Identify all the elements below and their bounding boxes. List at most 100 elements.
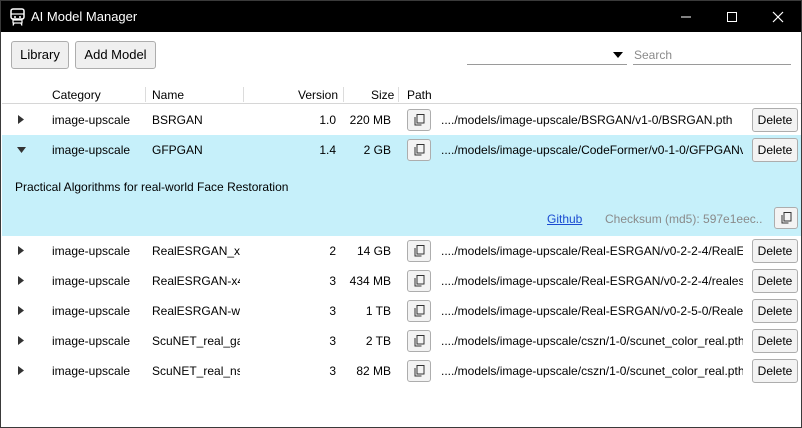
version-cell: 1.0 [319,113,336,127]
path-cell: ..../models/image-upscale/Real-ESRGAN/v0… [441,304,743,318]
column-header-category[interactable]: Category [52,88,101,102]
title-bar[interactable]: AI Model Manager [1,1,801,32]
table-header: Category Name Version Size Path [2,85,801,104]
copy-icon [414,144,425,156]
size-cell: 434 MB [349,274,391,288]
column-divider[interactable] [398,87,399,102]
category-cell: image-upscale [52,304,131,318]
delete-button[interactable]: Delete [752,329,798,353]
copy-icon [781,212,792,224]
path-cell: ..../models/image-upscale/Real-ESRGAN/v0… [441,244,743,258]
column-header-path[interactable]: Path [407,88,432,102]
name-cell: RealESRGAN-wd [152,304,240,318]
column-header-size[interactable]: Size [371,88,394,102]
column-divider[interactable] [343,87,344,102]
delete-button[interactable]: Delete [752,299,798,323]
category-cell: image-upscale [52,364,131,378]
robot-icon [9,8,26,26]
table-row[interactable]: image-upscale RealESRGAN-wd 3 1 TB ..../… [2,296,801,326]
table-row[interactable]: image-upscale RealESRGAN_x4p 2 14 GB ...… [2,236,801,266]
version-cell: 3 [329,334,336,348]
triangle-down-icon[interactable] [17,147,26,153]
copy-path-button[interactable] [407,300,431,322]
path-cell: ..../models/image-upscale/Real-ESRGAN/v0… [441,274,743,288]
name-cell: ScuNET_real_nsn [152,364,240,378]
size-cell: 82 MB [356,364,391,378]
version-cell: 2 [329,244,336,258]
delete-button[interactable]: Delete [752,138,798,162]
copy-icon [414,305,425,317]
github-link[interactable]: Github [547,212,582,226]
path-cell: ..../models/image-upscale/CodeFormer/v0-… [441,143,743,157]
column-header-name[interactable]: Name [152,88,184,102]
maximize-button[interactable] [709,1,755,32]
search-input[interactable] [633,45,791,65]
name-cell: ScuNET_real_gar [152,334,240,348]
triangle-right-icon[interactable] [18,336,24,345]
name-cell: RealESRGAN-x4v [152,274,240,288]
delete-button[interactable]: Delete [752,108,798,132]
version-cell: 3 [329,304,336,318]
minimize-icon [681,16,691,18]
category-cell: image-upscale [52,244,131,258]
copy-checksum-button[interactable] [774,207,798,229]
library-button[interactable]: Library [11,41,69,69]
category-filter-dropdown[interactable] [467,45,627,65]
copy-icon [414,275,425,287]
copy-path-button[interactable] [407,360,431,382]
name-cell: GFPGAN [152,143,203,157]
triangle-right-icon[interactable] [18,115,24,124]
copy-path-button[interactable] [407,330,431,352]
triangle-right-icon[interactable] [18,366,24,375]
name-cell: RealESRGAN_x4p [152,244,240,258]
table-row[interactable]: image-upscale RealESRGAN-x4v 3 434 MB ..… [2,266,801,296]
triangle-right-icon[interactable] [18,276,24,285]
column-header-version[interactable]: Version [298,88,338,102]
category-cell: image-upscale [52,113,131,127]
size-cell: 220 MB [349,113,391,127]
size-cell: 1 TB [365,304,391,318]
triangle-right-icon[interactable] [18,306,24,315]
window-title: AI Model Manager [31,9,138,24]
size-cell: 2 GB [363,143,391,157]
maximize-icon [727,12,737,22]
table-row[interactable]: image-upscale BSRGAN 1.0 220 MB ..../mod… [2,105,801,135]
triangle-right-icon[interactable] [18,246,24,255]
delete-button[interactable]: Delete [752,269,798,293]
copy-path-button[interactable] [407,109,431,131]
close-icon [772,11,784,23]
delete-button[interactable]: Delete [752,239,798,263]
path-cell: ..../models/image-upscale/cszn/1-0/scune… [441,334,743,348]
column-divider[interactable] [243,87,244,102]
copy-path-button[interactable] [407,139,431,161]
copy-icon [414,245,425,257]
version-cell: 3 [329,364,336,378]
table-row[interactable]: image-upscale ScuNET_real_gar 3 2 TB ...… [2,326,801,356]
path-cell: ..../models/image-upscale/cszn/1-0/scune… [441,364,743,378]
size-cell: 14 GB [356,244,391,258]
add-model-button[interactable]: Add Model [75,41,156,69]
copy-path-button[interactable] [407,240,431,262]
minimize-button[interactable] [663,1,709,32]
path-cell: ..../models/image-upscale/BSRGAN/v1-0/BS… [441,113,733,127]
category-cell: image-upscale [52,274,131,288]
column-divider[interactable] [145,87,146,102]
copy-icon [414,335,425,347]
delete-button[interactable]: Delete [752,359,798,383]
size-cell: 2 TB [365,334,391,348]
category-cell: image-upscale [52,143,131,157]
category-cell: image-upscale [52,334,131,348]
model-description: Practical Algorithms for real-world Face… [15,180,289,194]
app-window: AI Model Manager Library Add Model Cat [0,0,802,428]
checksum-text: Checksum (md5): 597e1eec... [605,212,763,226]
chevron-down-icon [613,52,623,58]
table-row-expanded[interactable]: image-upscale GFPGAN 1.4 2 GB ..../model… [2,135,801,236]
copy-path-button[interactable] [407,270,431,292]
version-cell: 1.4 [319,143,336,157]
table-row[interactable]: image-upscale ScuNET_real_nsn 3 82 MB ..… [2,356,801,386]
name-cell: BSRGAN [152,113,203,127]
copy-icon [414,114,425,126]
version-cell: 3 [329,274,336,288]
close-button[interactable] [755,1,801,32]
copy-icon [414,365,425,377]
